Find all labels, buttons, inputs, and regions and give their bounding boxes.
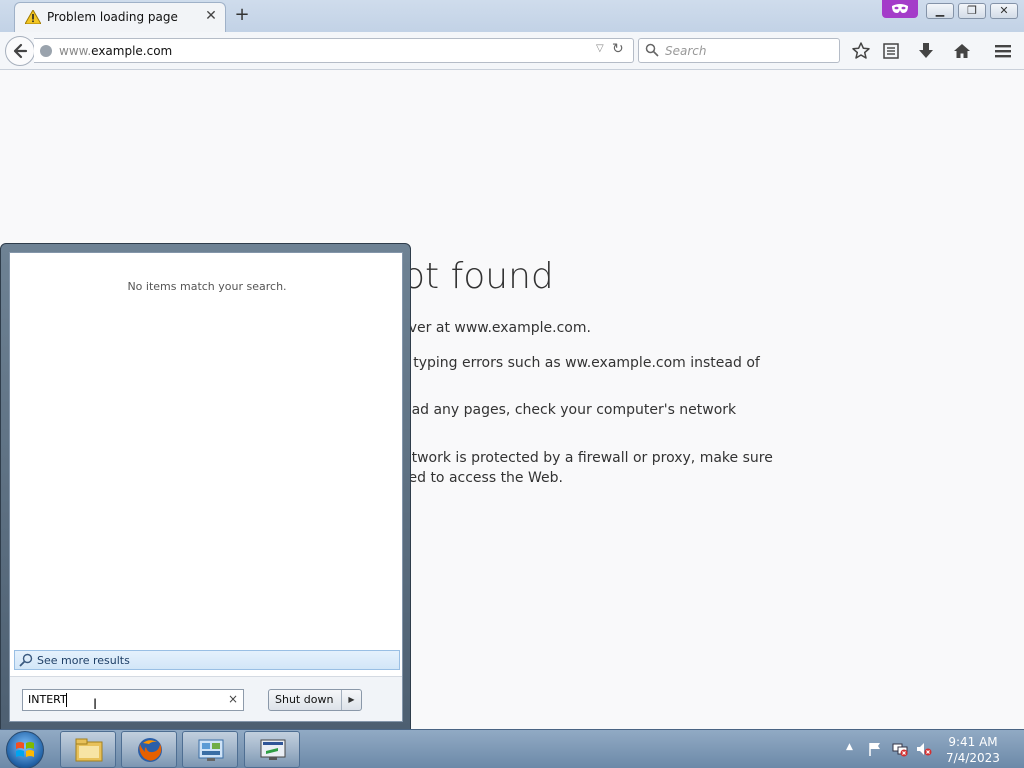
start-button[interactable]	[6, 731, 44, 768]
url-bar[interactable]: www.example.com ▽ ↻	[34, 38, 634, 63]
search-icon	[645, 43, 659, 57]
new-tab-button[interactable]: +	[232, 5, 252, 25]
system-clock[interactable]: 9:41 AM 7/4/2023	[942, 734, 1004, 766]
windows-logo-icon	[16, 742, 34, 757]
taskbar-explorer[interactable]	[60, 731, 116, 768]
navigation-toolbar: www.example.com ▽ ↻ Search	[0, 32, 1024, 70]
back-button[interactable]	[5, 36, 35, 66]
see-more-results-button[interactable]: See more results	[14, 650, 400, 670]
reload-icon[interactable]: ↻	[612, 41, 624, 57]
error-line-3: oad any pages, check your computer's net…	[403, 402, 737, 418]
error-line-5: ted to access the Web.	[403, 470, 563, 486]
see-more-results-label: See more results	[37, 654, 130, 667]
show-hidden-icons-arrow[interactable]: ▲	[846, 742, 853, 752]
menu-icon[interactable]	[993, 41, 1013, 61]
search-bar[interactable]: Search	[638, 38, 840, 63]
browser-tab[interactable]: Problem loading page ✕	[14, 2, 226, 32]
clear-search-icon[interactable]: ×	[225, 692, 241, 708]
warning-icon	[25, 10, 41, 24]
bookmark-star-icon[interactable]	[851, 41, 871, 61]
error-line-4: etwork is protected by a firewall or pro…	[403, 450, 773, 466]
shutdown-options-arrow-icon[interactable]: ▶	[341, 690, 361, 710]
shutdown-button[interactable]: Shut down ▶	[268, 689, 362, 711]
error-line-1: rver at www.example.com.	[403, 320, 591, 336]
error-title: ot found	[403, 256, 554, 297]
taskbar: ▲ 9:41 AM 7/4/2023	[0, 729, 1024, 768]
url-domain: example.com	[91, 44, 173, 58]
downloads-icon[interactable]	[916, 41, 936, 61]
history-dropdown-icon[interactable]: ▽	[596, 43, 604, 54]
volume-icon[interactable]	[916, 741, 932, 757]
restore-window-button[interactable]: ❐	[958, 3, 986, 19]
close-window-button[interactable]: ✕	[990, 3, 1018, 19]
taskbar-control-panel[interactable]	[182, 731, 238, 768]
tab-strip: Problem loading page ✕ + ▁ ❐ ✕	[0, 0, 1024, 32]
no-results-message: No items match your search.	[127, 280, 287, 293]
tab-close-icon[interactable]: ✕	[203, 8, 219, 24]
control-panel-icon	[198, 739, 224, 761]
back-arrow-icon	[13, 43, 28, 59]
taskbar-remote-desktop[interactable]	[244, 731, 300, 768]
home-icon[interactable]	[952, 41, 972, 61]
shutdown-label: Shut down	[275, 693, 334, 706]
i-beam-cursor-icon: I	[93, 697, 98, 713]
remote-desktop-icon	[260, 739, 286, 760]
clock-date: 7/4/2023	[946, 751, 1000, 765]
minimize-window-button[interactable]: ▁	[926, 3, 954, 19]
error-line-2: r typing errors such as ww.example.com i…	[403, 355, 760, 371]
search-placeholder: Search	[665, 44, 707, 58]
start-menu: No items match your search. See more res…	[0, 243, 411, 730]
clock-time: 9:41 AM	[948, 735, 998, 749]
network-icon[interactable]	[892, 741, 908, 757]
action-center-flag-icon[interactable]	[867, 741, 883, 757]
start-search-input[interactable]: INTERT I ×	[22, 689, 244, 713]
search-icon	[19, 653, 33, 667]
start-search-value: INTERT	[28, 693, 67, 706]
start-menu-footer: INTERT I × Shut down ▶	[10, 676, 402, 721]
taskbar-firefox[interactable]	[121, 731, 177, 768]
text-caret	[66, 693, 67, 707]
private-browsing-mask-icon	[882, 0, 918, 18]
reading-list-icon[interactable]	[881, 41, 901, 61]
start-menu-results-panel: No items match your search. See more res…	[9, 252, 403, 722]
url-prefix: www.	[59, 44, 92, 58]
tab-title: Problem loading page	[47, 10, 178, 24]
firefox-icon	[138, 738, 162, 762]
windows-explorer-icon	[75, 738, 103, 762]
site-identity-icon[interactable]	[40, 45, 52, 57]
url-text: www.example.com	[59, 44, 172, 58]
